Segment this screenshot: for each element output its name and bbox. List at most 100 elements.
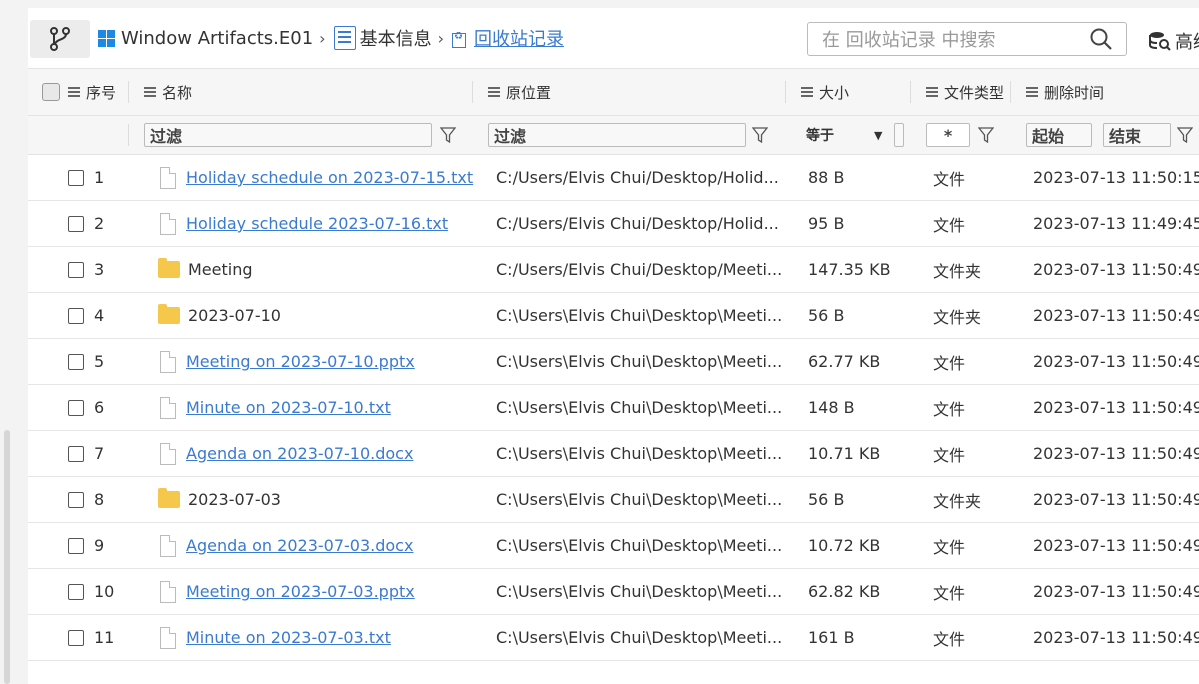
row-size: 10.72 KB [808, 536, 881, 555]
row-type: 文件 [933, 169, 966, 189]
name-filter-input[interactable]: 过滤 [144, 123, 432, 147]
row-name-cell[interactable]: Meeting on 2023-07-03.pptx [160, 569, 415, 614]
row-name[interactable]: Agenda on 2023-07-03.docx [186, 536, 413, 555]
column-header-location[interactable]: 原位置 [488, 69, 551, 115]
branch-button[interactable] [30, 20, 90, 58]
row-checkbox[interactable] [68, 431, 84, 476]
row-name-cell[interactable]: Minute on 2023-07-10.txt [160, 385, 391, 430]
table-row[interactable]: 3 Meeting C:/Users/Elvis Chui/Desktop/Meet… [28, 247, 1199, 293]
row-deleted-time: 2023-07-13 11:50:49 [1033, 444, 1199, 463]
row-name[interactable]: Meeting on 2023-07-03.pptx [186, 582, 415, 601]
row-name-cell[interactable]: Minute on 2023-07-03.txt [160, 615, 391, 660]
column-menu-icon [144, 87, 156, 97]
row-deleted-time: 2023-07-13 11:49:45 [1033, 214, 1199, 233]
breadcrumb-section[interactable]: 基本信息 [360, 25, 432, 51]
row-deleted-time: 2023-07-13 11:50:49 [1033, 582, 1199, 601]
row-size: 88 B [808, 168, 845, 187]
filter-funnel-icon[interactable] [1177, 127, 1193, 143]
select-all-checkbox[interactable] [42, 69, 60, 115]
row-name[interactable]: Holiday schedule 2023-07-16.txt [186, 214, 448, 233]
breadcrumb-source[interactable]: Window Artifacts.E01 [121, 28, 313, 49]
row-location: C:\Users\Elvis Chui\Desktop\Meeti... [496, 536, 783, 555]
row-name[interactable]: Holiday schedule on 2023-07-15.txt [186, 168, 473, 187]
branch-icon [50, 27, 70, 51]
row-checkbox[interactable] [68, 477, 84, 522]
row-name-cell: 2023-07-10 [158, 293, 281, 338]
table-row[interactable]: 9 Agenda on 2023-07-03.docx C:\Users\Elvis… [28, 523, 1199, 569]
row-index: 5 [94, 352, 105, 371]
row-name-cell[interactable]: Agenda on 2023-07-03.docx [160, 523, 413, 568]
row-checkbox[interactable] [68, 293, 84, 338]
recycle-bin-icon [451, 31, 466, 48]
folder-icon [158, 258, 180, 278]
search-icon[interactable] [1090, 28, 1112, 50]
table-row[interactable]: 8 2023-07-03 C:\Users\Elvis Chui\Desktop\M… [28, 477, 1199, 523]
advanced-search-label: 高级 [1175, 32, 1199, 53]
row-checkbox[interactable] [68, 155, 84, 200]
row-name: 2023-07-03 [188, 490, 281, 509]
dropdown-arrow-icon: ▼ [874, 128, 883, 142]
size-filter-input[interactable] [894, 123, 904, 147]
row-checkbox[interactable] [68, 201, 84, 246]
column-header-index[interactable]: 序号 [68, 69, 116, 115]
row-type: 文件 [933, 353, 966, 373]
table-row[interactable]: 11 Minute on 2023-07-03.txt C:\Users\Elvis… [28, 615, 1199, 661]
row-type: 文件夹 [933, 307, 982, 327]
row-type: 文件 [933, 629, 966, 649]
row-type: 文件 [933, 215, 966, 235]
row-size: 148 B [808, 398, 855, 417]
row-name[interactable]: Minute on 2023-07-10.txt [186, 398, 391, 417]
row-name[interactable]: Agenda on 2023-07-10.docx [186, 444, 413, 463]
filter-funnel-icon[interactable] [752, 127, 768, 143]
row-location: C:/Users/Elvis Chui/Desktop/Holid... [496, 168, 779, 187]
row-size: 56 B [808, 306, 845, 325]
row-name-cell[interactable]: Agenda on 2023-07-10.docx [160, 431, 413, 476]
table-row[interactable]: 6 Minute on 2023-07-10.txt C:\Users\Elvis … [28, 385, 1199, 431]
search-box[interactable] [807, 22, 1127, 56]
filter-row: 过滤 过滤 等于 ▼ * 起始 结束 [28, 116, 1199, 155]
row-name-cell[interactable]: Holiday schedule 2023-07-16.txt [160, 201, 448, 246]
table-row[interactable]: 7 Agenda on 2023-07-10.docx C:\Users\Elvis… [28, 431, 1199, 477]
row-name-cell: 2023-07-03 [158, 477, 281, 522]
location-filter-input[interactable]: 过滤 [488, 123, 746, 147]
row-name[interactable]: Minute on 2023-07-03.txt [186, 628, 391, 647]
row-deleted-time: 2023-07-13 11:50:49 [1033, 398, 1199, 417]
table-row[interactable]: 2 Holiday schedule 2023-07-16.txt C:/Users… [28, 201, 1199, 247]
start-time-filter-input[interactable]: 起始 [1026, 123, 1092, 147]
column-menu-icon [1026, 87, 1038, 97]
size-operator-select[interactable]: 等于 ▼ [806, 116, 882, 154]
windows-icon [98, 29, 115, 47]
filter-funnel-icon[interactable] [440, 127, 456, 143]
row-location: C:/Users/Elvis Chui/Desktop/Meeti... [496, 260, 783, 279]
row-location: C:\Users\Elvis Chui\Desktop\Meeti... [496, 306, 783, 325]
row-checkbox[interactable] [68, 569, 84, 614]
filter-funnel-icon[interactable] [978, 127, 994, 143]
row-index: 3 [94, 260, 105, 279]
left-scrollbar[interactable] [0, 0, 14, 684]
row-name[interactable]: Meeting on 2023-07-10.pptx [186, 352, 415, 371]
row-name-cell[interactable]: Meeting on 2023-07-10.pptx [160, 339, 415, 384]
row-checkbox[interactable] [68, 523, 84, 568]
row-checkbox[interactable] [68, 247, 84, 292]
advanced-search-button[interactable]: 高级 [1148, 28, 1199, 54]
file-icon [160, 350, 176, 373]
column-header-name[interactable]: 名称 [144, 69, 192, 115]
row-type: 文件夹 [933, 491, 982, 511]
table-row[interactable]: 5 Meeting on 2023-07-10.pptx C:\Users\Elvi… [28, 339, 1199, 385]
row-checkbox[interactable] [68, 385, 84, 430]
type-filter-input[interactable]: * [926, 123, 970, 147]
row-checkbox[interactable] [68, 339, 84, 384]
table-row[interactable]: 1 Holiday schedule on 2023-07-15.txt C:/Us… [28, 155, 1199, 201]
end-time-filter-input[interactable]: 结束 [1103, 123, 1171, 147]
table-row[interactable]: 10 Meeting on 2023-07-03.pptx C:\Users\Elv… [28, 569, 1199, 615]
table-row[interactable]: 4 2023-07-10 C:\Users\Elvis Chui\Desktop\M… [28, 293, 1199, 339]
row-name-cell[interactable]: Holiday schedule on 2023-07-15.txt [160, 155, 473, 200]
left-scrollbar-thumb[interactable] [4, 430, 10, 684]
breadcrumb-current[interactable]: 回收站记录 [474, 25, 564, 51]
column-header-size[interactable]: 大小 [801, 69, 849, 115]
row-checkbox[interactable] [68, 615, 84, 660]
search-input[interactable] [820, 27, 1084, 53]
column-header-deleted-time[interactable]: 删除时间 [1026, 69, 1104, 115]
column-header-type[interactable]: 文件类型 [926, 69, 1004, 115]
table-header: 序号 名称 原位置 大小 文件类型 删除时间 [28, 68, 1199, 116]
